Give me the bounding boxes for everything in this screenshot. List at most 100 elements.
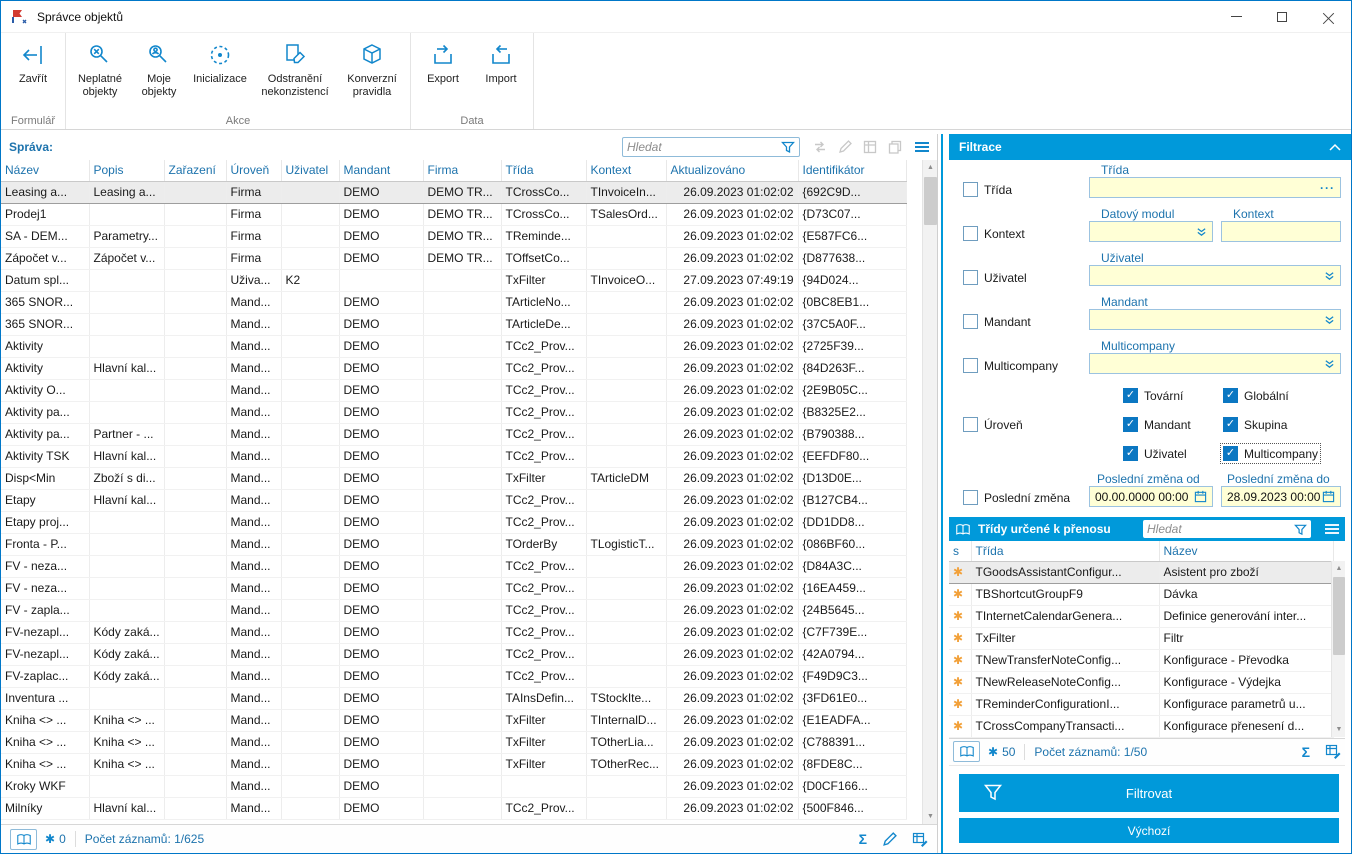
dropdown-icon[interactable] [1324, 358, 1335, 369]
posledni-zmena-od-field[interactable]: 00.00.0000 00:00 [1089, 486, 1213, 507]
level-check-tovarni[interactable]: ✓ Tovární [1123, 388, 1183, 403]
table-row[interactable]: Leasing a...Leasing a...FirmaDEMODEMO TR… [1, 181, 906, 203]
classes-search[interactable] [1143, 520, 1311, 538]
classes-vertical-scrollbar[interactable]: ▲ ▼ [1331, 561, 1345, 737]
table-row[interactable]: AktivityMand...DEMOTCc2_Prov...26.09.202… [1, 335, 906, 357]
level-check-uzivatel[interactable]: ✓ Uživatel [1123, 446, 1187, 461]
table-row[interactable]: Inventura ...Mand...DEMOTAInsDefin...TSt… [1, 687, 906, 709]
filter-check-multicompany[interactable]: Multicompany [963, 358, 1058, 373]
class-row[interactable]: ✱TNewTransferNoteConfig...Konfigurace - … [949, 649, 1333, 671]
filter-check-uzivatel[interactable]: Uživatel [963, 270, 1027, 285]
calendar-icon[interactable] [1194, 490, 1207, 503]
level-check-mandant[interactable]: ✓ Mandant [1123, 417, 1191, 432]
zavrit-button[interactable]: Zavřít [4, 37, 62, 111]
table-row[interactable]: 365 SNOR...Mand...DEMOTArticleDe...26.09… [1, 313, 906, 335]
level-check-multicompany[interactable]: ✓ Multicompany [1223, 446, 1318, 461]
checkbox-checked[interactable]: ✓ [1223, 446, 1238, 461]
book-view-button[interactable] [953, 741, 980, 762]
column-header[interactable]: Název [1159, 541, 1333, 561]
scroll-thumb[interactable] [1333, 577, 1345, 655]
column-header[interactable]: Mandant [339, 160, 423, 181]
export-button[interactable]: Export [414, 37, 472, 111]
table-row[interactable]: FV-zaplac...Kódy zaká...Mand...DEMOTCc2_… [1, 665, 906, 687]
table-row[interactable]: Aktivity pa...Mand...DEMOTCc2_Prov...26.… [1, 401, 906, 423]
table-row[interactable]: Aktivity pa...Partner - ...Mand...DEMOTC… [1, 423, 906, 445]
main-vertical-scrollbar[interactable]: ▲ ▼ [922, 160, 937, 824]
scroll-down-icon[interactable]: ▼ [923, 809, 938, 824]
table-row[interactable]: FV-nezapl...Kódy zaká...Mand...DEMOTCc2_… [1, 643, 906, 665]
konverzni-pravidla-button[interactable]: Konverzní pravidla [337, 37, 407, 111]
checkbox-checked[interactable]: ✓ [1123, 417, 1138, 432]
checkbox-checked[interactable]: ✓ [1123, 446, 1138, 461]
scroll-up-icon[interactable]: ▲ [1332, 561, 1346, 576]
edit-pencil-icon[interactable] [882, 832, 897, 847]
table-row[interactable]: EtapyHlavní kal...Mand...DEMOTCc2_Prov..… [1, 489, 906, 511]
filter-check-mandant[interactable]: Mandant [963, 314, 1031, 329]
vychozi-button[interactable]: Výchozí [959, 818, 1339, 843]
table-row[interactable]: SA - DEM...Parametry...FirmaDEMODEMO TR.… [1, 225, 906, 247]
checkbox-checked[interactable]: ✓ [1123, 388, 1138, 403]
checkbox[interactable] [963, 358, 978, 373]
column-header[interactable]: Třída [971, 541, 1159, 561]
class-row[interactable]: ✱TGoodsAssistantConfigur...Asistent pro … [949, 561, 1333, 583]
table-row[interactable]: Kniha <> ...Kniha <> ...Mand...DEMOTxFil… [1, 709, 906, 731]
odstraneni-nekonzistenci-button[interactable]: Odstranění nekonzistencí [253, 37, 337, 111]
dropdown-icon[interactable] [1324, 270, 1335, 281]
checkbox-checked[interactable]: ✓ [1223, 388, 1238, 403]
close-button[interactable] [1305, 1, 1351, 32]
bulk-change-icon[interactable] [912, 832, 928, 847]
column-header[interactable]: Uživatel [281, 160, 339, 181]
level-check-globalni[interactable]: ✓ Globální [1223, 388, 1289, 403]
column-header[interactable]: Zařazení [164, 160, 226, 181]
multicompany-field[interactable] [1089, 353, 1341, 374]
table-row[interactable]: Aktivity O...Mand...DEMOTCc2_Prov...26.0… [1, 379, 906, 401]
trida-field[interactable]: ··· [1089, 177, 1341, 198]
moje-objekty-button[interactable]: Moje objekty [131, 37, 187, 111]
table-row[interactable]: Disp<MinZboží s di...Mand...DEMOTxFilter… [1, 467, 906, 489]
funnel-icon[interactable] [781, 140, 795, 154]
panel-splitter[interactable] [941, 134, 943, 853]
table-row[interactable]: Datum spl...Uživa...K2TxFilterTInvoiceO.… [1, 269, 906, 291]
filter-check-kontext[interactable]: Kontext [963, 226, 1025, 241]
table-row[interactable]: Aktivity TSKHlavní kal...Mand...DEMOTCc2… [1, 445, 906, 467]
class-row[interactable]: ✱TNewReleaseNoteConfig...Konfigurace - V… [949, 671, 1333, 693]
column-header[interactable]: Firma [423, 160, 501, 181]
column-header[interactable]: Aktualizováno [666, 160, 798, 181]
table-row[interactable]: Prodej1FirmaDEMODEMO TR...TCrossCo...TSa… [1, 203, 906, 225]
flag-filter-icon[interactable]: ✱ [988, 745, 998, 759]
checkbox[interactable] [963, 490, 978, 505]
grid-menu-button[interactable] [915, 142, 929, 152]
level-check-skupina[interactable]: ✓ Skupina [1223, 417, 1287, 432]
class-row[interactable]: ✱TxFilterFiltr [949, 627, 1333, 649]
sum-icon[interactable]: Σ [859, 831, 867, 847]
class-row[interactable]: ✱TBShortcutGroupF9Dávka [949, 583, 1333, 605]
column-header[interactable]: Kontext [586, 160, 666, 181]
column-header[interactable]: Název [1, 160, 89, 181]
table-row[interactable]: 365 SNOR...Mand...DEMOTArticleNo...26.09… [1, 291, 906, 313]
collapse-panel-icon[interactable] [1329, 143, 1341, 151]
maximize-button[interactable] [1259, 1, 1305, 32]
column-header[interactable]: Identifikátor [798, 160, 906, 181]
filter-check-posledni-zmena[interactable]: Poslední změna [963, 490, 1070, 505]
class-row[interactable]: ✱TReminderConfigurationI...Konfigurace p… [949, 693, 1333, 715]
minimize-button[interactable] [1213, 1, 1259, 32]
table-header-row[interactable]: NázevPopisZařazeníÚroveňUživatelMandantF… [1, 160, 906, 181]
table-row[interactable]: Etapy proj...Mand...DEMOTCc2_Prov...26.0… [1, 511, 906, 533]
flag-filter-icon[interactable]: ✱ [45, 832, 55, 846]
sum-icon[interactable]: Σ [1302, 744, 1310, 760]
kontext-field[interactable] [1221, 221, 1341, 242]
table-row[interactable]: Zápočet v...Zápočet v...FirmaDEMODEMO TR… [1, 247, 906, 269]
table-row[interactable]: FV - neza...Mand...DEMOTCc2_Prov...26.09… [1, 555, 906, 577]
column-header[interactable]: Třída [501, 160, 586, 181]
classes-header-row[interactable]: sTřídaNázev [949, 541, 1333, 561]
table-row[interactable]: Kroky WKFMand...DEMO26.09.2023 01:02:02{… [1, 775, 906, 797]
dropdown-icon[interactable] [1324, 314, 1335, 325]
scroll-thumb[interactable] [924, 177, 937, 225]
dropdown-icon[interactable] [1196, 226, 1207, 237]
class-row[interactable]: ✱TInternetCalendarGenera...Definice gene… [949, 605, 1333, 627]
column-header[interactable]: Popis [89, 160, 164, 181]
table-row[interactable]: AktivityHlavní kal...Mand...DEMOTCc2_Pro… [1, 357, 906, 379]
filter-check-uroven[interactable]: Úroveň [963, 417, 1023, 432]
main-search[interactable] [622, 137, 800, 157]
calendar-icon[interactable] [1322, 490, 1335, 503]
